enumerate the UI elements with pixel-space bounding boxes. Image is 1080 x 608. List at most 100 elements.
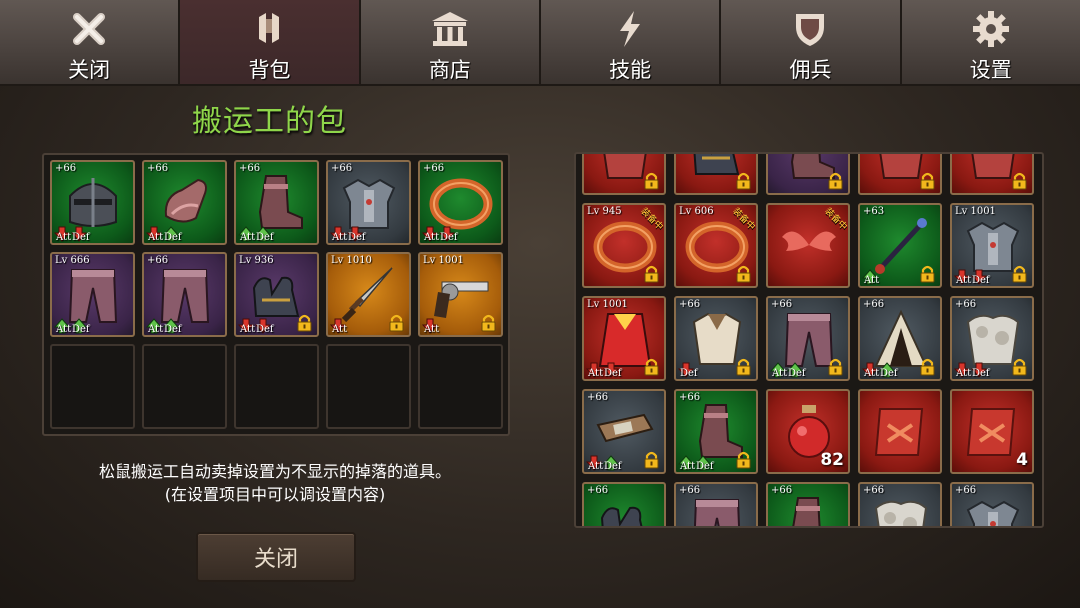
pants-icon [60,264,126,326]
lock-icon [920,172,935,190]
att-label: Att [588,461,604,472]
item-slot[interactable]: Lv 606 装备中 [674,203,758,288]
item-slot[interactable]: +66 Att Def [674,389,758,474]
scroll-icon [868,401,934,463]
item-level: +66 [955,299,977,310]
def-label: Def [972,368,990,379]
item-slot[interactable]: Lv 945 装备中 [582,203,666,288]
tab-close[interactable]: 关闭 [0,0,181,84]
tab-backpack[interactable]: 背包 [180,0,361,84]
item-slot[interactable]: +66 Att Def [142,160,227,245]
close-button[interactable]: 关闭 [196,532,356,582]
item-slot[interactable]: +66 Def [674,296,758,381]
item-slot[interactable]: Lv 936 Att Def [234,252,319,337]
item-slot[interactable] [766,154,850,195]
item-slot[interactable]: 82 [766,389,850,474]
helmet-icon [60,172,126,234]
lock-icon [736,451,751,469]
def-label: Def [256,232,274,243]
pants-icon [152,264,218,326]
item-slot[interactable] [858,154,942,195]
item-slot[interactable]: +66 [858,482,942,526]
item-slot[interactable]: +66 Att Def [418,160,503,245]
stat-compare: Att Def [586,362,622,379]
item-slot[interactable]: +66 Att Def [582,389,666,474]
def-label: Def [72,324,90,335]
item-slot[interactable]: +66 [582,482,666,526]
boot-icon [776,494,842,526]
def-label: Def [440,232,458,243]
att-label: Att [864,275,880,286]
gauntlet-icon [152,172,218,234]
empty-slot [326,344,411,429]
chest-armor-icon [336,172,402,234]
att-label: Att [56,232,72,243]
item-slot[interactable]: Lv 666 Att Def [50,252,135,337]
lock-icon [644,172,659,190]
tab-label: 佣兵 [789,58,832,82]
stat-compare: Att Def [678,455,714,472]
tab-gear[interactable]: 设置 [901,0,1080,84]
item-slot[interactable]: 4 [950,389,1034,474]
ring-icon [428,172,494,234]
item-slot[interactable]: +66 Att Def [50,160,135,245]
shield-icon [786,6,834,52]
stat-compare: Att Def [862,362,898,379]
item-level: Lv 1010 [331,255,372,266]
item-slot[interactable]: Lv 1001 Att Def [950,203,1034,288]
item-slot[interactable]: +66 [950,482,1034,526]
item-slot[interactable]: 装备中 [766,203,850,288]
lock-icon [389,314,404,332]
item-slot[interactable] [674,154,758,195]
stat-compare: Att Def [954,362,990,379]
item-slot[interactable]: +66 Att Def [766,296,850,381]
item-slot[interactable]: Lv 1001 Att [418,252,503,337]
lock-icon [644,451,659,469]
pants-icon [684,494,750,526]
item-slot[interactable] [950,154,1034,195]
bag-title: 搬运工的包 [192,104,347,139]
stat-compare: Att Def [54,318,90,335]
empty-slot [50,344,135,429]
item-level: +66 [863,299,885,310]
item-slot[interactable]: +66 Att Def [234,160,319,245]
auto-sell-note-line2: (在设置项目中可以调设置内容) [164,485,386,504]
stat-compare: Att Def [146,318,182,335]
top-nav: 关闭 背包 商店 技能 佣兵 设置 [0,0,1080,86]
item-slot[interactable]: +66 Att Def [142,252,227,337]
stat-compare: Att [862,269,880,286]
lock-icon [736,358,751,376]
item-level: +66 [239,163,261,174]
lock-icon [828,358,843,376]
item-slot[interactable]: +66 Att Def [326,160,411,245]
item-slot[interactable] [858,389,942,474]
gear-icon [967,6,1015,52]
inventory-grid[interactable]: Lv 945 装备中 Lv 606 装备中 装备中 +63 Att Lv 1001 Att Def… [574,152,1044,528]
tab-shop[interactable]: 商店 [360,0,541,84]
lock-icon [644,358,659,376]
item-slot[interactable]: +63 Att [858,203,942,288]
tab-label: 技能 [609,58,652,82]
item-level: Lv 1001 [423,255,464,266]
tab-lightning[interactable]: 技能 [540,0,722,84]
item-count: 4 [1016,450,1028,470]
tab-label: 设置 [969,58,1012,82]
item-slot[interactable]: Lv 1001 Att Def [582,296,666,381]
lock-icon [1012,172,1027,190]
item-level: +66 [679,485,701,496]
gloves-icon [592,494,658,526]
att-label: Att [424,232,440,243]
item-level: +66 [331,163,353,174]
lock-icon [297,314,312,332]
item-slot[interactable]: Lv 1010 Att [326,252,411,337]
item-slot[interactable]: +66 [674,482,758,526]
item-slot[interactable]: +66 [766,482,850,526]
def-label: Def [164,324,182,335]
empty-slot [234,344,319,429]
def-label: Def [256,324,274,335]
item-slot[interactable]: +66 Att Def [950,296,1034,381]
item-slot[interactable]: +66 Att Def [858,296,942,381]
shop-icon [426,6,474,52]
tab-shield[interactable]: 佣兵 [721,0,902,84]
item-slot[interactable] [582,154,666,195]
